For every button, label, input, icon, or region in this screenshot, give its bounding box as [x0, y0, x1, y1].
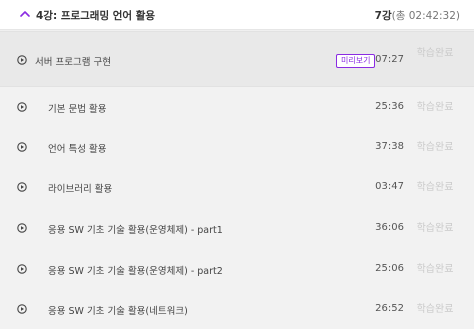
play-circle-icon [17, 182, 27, 192]
play-circle-icon [17, 304, 27, 314]
lesson-row[interactable]: 응용 SW 기초 기술 활용(운영체제) - part1 36:06 학습완료 [0, 207, 474, 248]
lesson-duration: 36:06 [375, 222, 404, 233]
lesson-duration: 03:47 [375, 181, 404, 192]
lesson-status: 학습완료 [416, 102, 454, 113]
preview-badge[interactable]: 미리보기 [336, 54, 376, 68]
lesson-count: 7강 [374, 10, 392, 22]
lesson-title[interactable]: 라이브러리 활용 [48, 181, 112, 195]
lesson-duration: 25:36 [375, 101, 404, 112]
lesson-status: 학습완료 [416, 223, 454, 234]
lesson-row[interactable]: 응용 SW 기초 기술 활용(네트워크) 26:52 학습완료 [0, 289, 474, 329]
lesson-status: 학습완료 [416, 264, 454, 275]
lesson-title[interactable]: 언어 특성 활용 [48, 141, 106, 155]
lesson-duration: 37:38 [375, 141, 404, 152]
lesson-title[interactable]: 기본 문법 활용 [48, 101, 106, 115]
chevron-up-icon[interactable] [19, 8, 31, 20]
play-circle-icon [17, 102, 27, 112]
lesson-row[interactable]: 서버 프로그램 구현 미리보기 07:27 학습완료 [0, 31, 474, 87]
lesson-status: 학습완료 [416, 142, 454, 153]
lesson-row[interactable]: 언어 특성 활용 37:38 학습완료 [0, 127, 474, 167]
lesson-title[interactable]: 서버 프로그램 구현 [35, 54, 111, 68]
lesson-duration: 25:06 [375, 263, 404, 274]
play-circle-icon [17, 223, 27, 233]
lesson-row[interactable]: 라이브러리 활용 03:47 학습완료 [0, 167, 474, 207]
section-header[interactable]: 4강: 프로그래밍 언어 활용 7강(총 02:42:32) [0, 0, 474, 30]
lesson-row[interactable]: 응용 SW 기초 기술 활용(운영체제) - part2 25:06 학습완료 [0, 248, 474, 289]
lesson-duration: 07:27 [375, 54, 404, 65]
lesson-status: 학습완료 [416, 182, 454, 193]
lesson-status: 학습완료 [416, 304, 454, 315]
lesson-row[interactable]: 기본 문법 활용 25:36 학습완료 [0, 87, 474, 127]
play-circle-icon [17, 264, 27, 274]
lesson-title[interactable]: 응용 SW 기초 기술 활용(네트워크) [48, 303, 188, 317]
play-circle-icon [17, 142, 27, 152]
lesson-title[interactable]: 응용 SW 기초 기술 활용(운영체제) - part2 [48, 263, 223, 277]
lesson-title[interactable]: 응용 SW 기초 기술 활용(운영체제) - part1 [48, 222, 223, 236]
play-circle-icon [17, 55, 27, 65]
lesson-status: 학습완료 [416, 48, 454, 59]
total-time: (총 02:42:32) [391, 10, 460, 22]
section-title: 4강: 프로그래밍 언어 활용 [36, 10, 156, 22]
section-meta: 7강(총 02:42:32) [375, 8, 460, 23]
lesson-duration: 26:52 [375, 303, 404, 314]
